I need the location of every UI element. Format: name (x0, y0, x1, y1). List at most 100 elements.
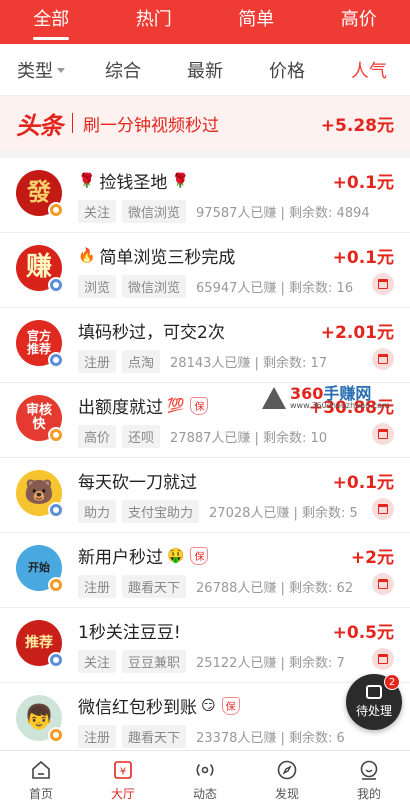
task-amount: +0.1元 (332, 173, 394, 193)
task-item[interactable]: 官方推荐 填码秒过，可交2次 +2.01元 注册 点淘 28143人已赚 | 剩… (0, 308, 410, 383)
category-tab-bar: 全部 热门 简单 高价 (0, 0, 410, 44)
task-tag: 趣看天下 (122, 725, 187, 748)
task-item[interactable]: 發 🌹 捡钱圣地 🌹 +0.1元 关注 微信浏览 97587人已赚 | 剩余数:… (0, 158, 410, 233)
pending-tasks-button[interactable]: 待处理 2 (346, 674, 402, 730)
tab-simple[interactable]: 简单 (232, 0, 280, 44)
sort-popularity[interactable]: 人气 (328, 57, 410, 83)
task-tag: 注册 (78, 725, 117, 748)
task-tag: 注册 (78, 350, 117, 373)
headline-text: 刷一分钟视频秒过 (83, 115, 219, 136)
type-filter-dropdown[interactable]: 类型 (0, 57, 82, 83)
nav-hall[interactable]: ¥ 大厅 (82, 751, 164, 810)
task-title: 新用户秒过 🤑 保 (78, 543, 209, 568)
task-meta: 关注 豆豆兼职 25122人已赚 | 剩余数: 7 (78, 650, 345, 673)
avatar-badge-icon (48, 652, 64, 668)
nav-label: 首页 (28, 787, 53, 801)
task-stats: 23378人已赚 | 剩余数: 6 (196, 731, 345, 746)
avatar-badge-icon (48, 277, 64, 293)
sort-latest[interactable]: 最新 (164, 57, 246, 83)
avatar-badge-icon (48, 202, 64, 218)
task-tag: 关注 (78, 650, 117, 673)
task-meta: 注册 趣看天下 26788人已赚 | 剩余数: 62 (78, 575, 353, 598)
task-title: 🌹 捡钱圣地 🌹 (78, 168, 189, 194)
task-stats: 26788人已赚 | 剩余数: 62 (196, 581, 354, 596)
headline-amount: +5.28元 (320, 115, 394, 136)
pending-label: 待处理 (355, 704, 392, 718)
task-box-icon[interactable] (372, 648, 394, 670)
task-stats: 28143人已赚 | 剩余数: 17 (170, 356, 328, 371)
divider (72, 113, 73, 133)
avatar-badge-icon (48, 352, 64, 368)
home-icon (30, 759, 52, 781)
task-list: 發 🌹 捡钱圣地 🌹 +0.1元 关注 微信浏览 97587人已赚 | 剩余数:… (0, 158, 410, 748)
toutiao-logo: 头条 (16, 111, 63, 140)
tab-high-price[interactable]: 高价 (335, 0, 383, 44)
inbox-icon (366, 685, 382, 699)
task-meta: 注册 点淘 28143人已赚 | 剩余数: 17 (78, 350, 327, 373)
task-item[interactable]: 开始 新用户秒过 🤑 保 +2元 注册 趣看天下 26788人已赚 | 剩余数:… (0, 533, 410, 608)
guarantee-shield-icon: 保 (190, 396, 209, 415)
task-avatar: 审核快 (16, 395, 64, 443)
task-title: 微信红包秒到账 😏 保 (78, 693, 240, 718)
task-stats: 27028人已赚 | 剩余数: 5 (209, 506, 358, 521)
sort-comprehensive[interactable]: 综合 (82, 57, 164, 83)
task-tag: 高价 (78, 425, 117, 448)
headline-banner[interactable]: 头条 刷一分钟视频秒过 +5.28元 (0, 96, 410, 158)
nav-activity[interactable]: 动态 (164, 751, 246, 810)
task-title-text: 出额度就过 (78, 398, 163, 418)
task-stats: 25122人已赚 | 剩余数: 7 (196, 656, 345, 671)
task-meta: 关注 微信浏览 97587人已赚 | 剩余数: 4894 (78, 200, 370, 223)
task-tag: 支付宝助力 (122, 500, 200, 523)
task-title: 填码秒过，可交2次 (78, 318, 225, 343)
avatar-badge-icon (48, 577, 64, 593)
svg-text:¥: ¥ (120, 767, 126, 778)
task-tag: 豆豆兼职 (122, 650, 187, 673)
task-box-icon[interactable] (372, 423, 394, 445)
money-face-icon: 🤑 (167, 547, 185, 564)
task-tag: 关注 (78, 200, 117, 223)
task-meta: 助力 支付宝助力 27028人已赚 | 剩余数: 5 (78, 500, 358, 523)
nav-discover[interactable]: 发现 (246, 751, 328, 810)
type-filter-label: 类型 (17, 60, 53, 82)
task-meta: 高价 还呗 27887人已赚 | 剩余数: 10 (78, 425, 327, 448)
avatar-badge-icon (48, 727, 64, 743)
task-amount: +2.01元 (320, 323, 394, 343)
task-item[interactable]: 🐻 每天砍一刀就过 +0.1元 助力 支付宝助力 27028人已赚 | 剩余数:… (0, 458, 410, 533)
tab-all[interactable]: 全部 (27, 0, 75, 44)
profile-icon (358, 759, 380, 781)
task-amount: +2元 (350, 548, 394, 568)
task-amount: +0.1元 (332, 473, 394, 493)
task-stats: 27887人已赚 | 剩余数: 10 (170, 431, 328, 446)
task-box-icon[interactable] (372, 348, 394, 370)
smirk-face-icon: 😏 (201, 697, 216, 714)
task-avatar: 🐻 (16, 470, 64, 518)
guarantee-shield-icon: 保 (221, 696, 240, 715)
task-title-text: 简单浏览三秒完成 (99, 248, 236, 268)
task-avatar: 官方推荐 (16, 320, 64, 368)
task-box-icon[interactable] (372, 573, 394, 595)
tab-hot[interactable]: 热门 (130, 0, 178, 44)
task-item[interactable]: 推荐 1秒关注豆豆! +0.5元 关注 豆豆兼职 25122人已赚 | 剩余数:… (0, 608, 410, 683)
watermark-url: www.360shouzhuan.com (290, 401, 390, 410)
fire-icon: 🔥 (78, 247, 96, 264)
task-title-text: 每天砍一刀就过 (78, 473, 197, 493)
task-tag: 浏览 (78, 275, 117, 298)
nav-profile[interactable]: 我的 (328, 751, 410, 810)
sort-price[interactable]: 价格 (246, 57, 328, 83)
task-item[interactable]: 赚 🔥 简单浏览三秒完成 +0.1元 浏览 微信浏览 65947人已赚 | 剩余… (0, 233, 410, 308)
task-box-icon[interactable] (372, 498, 394, 520)
task-tag: 助力 (78, 500, 117, 523)
task-title-text: 微信红包秒到账 (78, 698, 197, 718)
task-meta: 注册 趣看天下 23378人已赚 | 剩余数: 6 (78, 725, 345, 748)
nav-home[interactable]: 首页 (0, 751, 82, 810)
task-stats: 65947人已赚 | 剩余数: 16 (196, 281, 354, 296)
caret-down-icon (57, 68, 65, 73)
guarantee-shield-icon: 保 (190, 546, 209, 565)
nav-label: 我的 (356, 787, 381, 801)
task-title-text: 填码秒过，可交2次 (78, 323, 225, 343)
task-box-icon[interactable] (372, 273, 394, 295)
task-avatar: 發 (16, 170, 64, 218)
nav-label: 发现 (274, 787, 299, 801)
task-tag: 点淘 (122, 350, 161, 373)
site-watermark: 360手赚网 www.360shouzhuan.com (262, 386, 390, 410)
